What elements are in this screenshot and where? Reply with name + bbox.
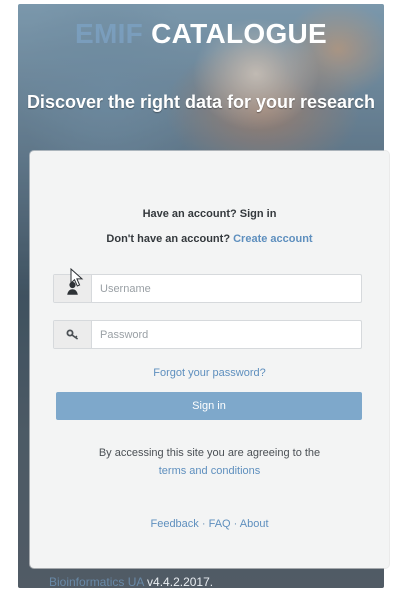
create-account-link[interactable]: Create account [233, 233, 312, 245]
mouse-cursor-icon [70, 268, 84, 287]
login-card: Have an account? Sign in Don't have an a… [30, 151, 389, 568]
key-icon [54, 321, 92, 348]
footer-separator: · [230, 518, 240, 530]
app-title: EMIF CATALOGUE [18, 18, 384, 50]
app-title-prefix: EMIF [74, 18, 144, 49]
have-account-text: Have an account? Sign in [142, 208, 277, 220]
password-input[interactable] [92, 321, 356, 348]
version-text: v4.4.2.2017. [147, 575, 214, 588]
create-account-row: Don't have an account? Create account [30, 233, 389, 245]
about-link[interactable]: About [240, 518, 269, 530]
password-field[interactable] [53, 320, 362, 349]
terms-notice: By accessing this site you are agreeing … [60, 444, 359, 480]
username-input[interactable] [92, 275, 356, 302]
organization-link[interactable]: Bioinformatics UA [49, 575, 144, 588]
forgot-password-row: Forgot your password? [30, 367, 389, 379]
forgot-password-link[interactable]: Forgot your password? [153, 367, 266, 379]
sign-in-button[interactable]: Sign in [56, 392, 362, 420]
login-page: EMIF CATALOGUE Discover the right data f… [0, 0, 395, 593]
username-field[interactable] [53, 274, 362, 303]
hero-tagline: Discover the right data for your researc… [26, 92, 376, 112]
terms-link[interactable]: terms and conditions [159, 465, 261, 477]
no-account-text: Don't have an account? [106, 233, 231, 245]
footer-separator: · [198, 518, 209, 530]
faq-link[interactable]: FAQ [209, 518, 231, 530]
app-title-main: CATALOGUE [151, 18, 328, 49]
site-footer: Bioinformatics UA v4.4.2.2017. [49, 575, 213, 588]
feedback-link[interactable]: Feedback [150, 518, 198, 530]
card-footer-links: Feedback · FAQ · About [30, 518, 389, 530]
terms-text: By accessing this site you are agreeing … [98, 447, 321, 459]
